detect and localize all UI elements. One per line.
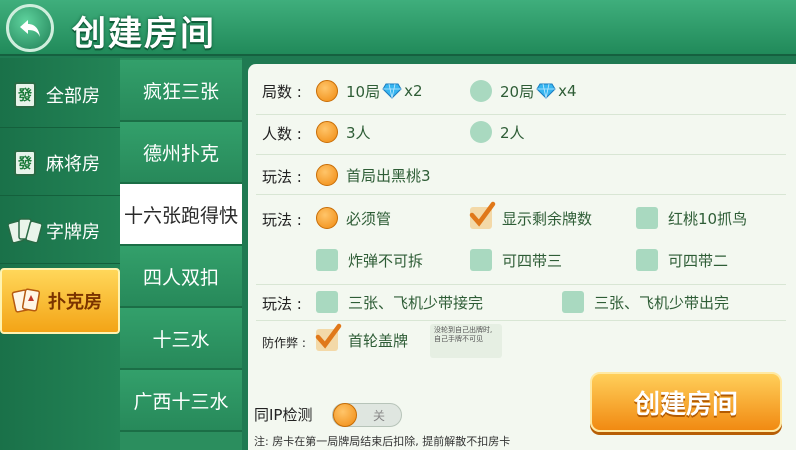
game-item-selected[interactable]: 十六张跑得快 [120,184,242,246]
checkbox-empty-icon [316,249,338,271]
first-spade3-option[interactable]: 首局出黑桃3 [316,164,431,186]
three-plane-catch-checkbox[interactable]: 三张、飞机少带接完 [316,291,483,313]
players-2-option[interactable]: 2人 [470,121,525,143]
category-mahjong-rooms[interactable]: 發 麻将房 [0,130,120,196]
checkbox-empty-icon [636,249,658,271]
show-remaining-checkbox[interactable]: 显示剩余牌数 [469,201,592,229]
checkbox-checked-icon [315,323,342,351]
players-3-option[interactable]: 3人 [316,121,371,143]
category-label: 麻将房 [46,153,100,175]
game-item[interactable]: 广西十三水 [120,370,242,432]
ip-check-toggle[interactable]: 关 [332,403,402,427]
must-beat-option[interactable]: 必须管 [316,207,391,229]
checkbox-empty-icon [636,207,658,229]
mahjong-tile-icon: 發 [8,148,42,178]
three-plane-finish-checkbox[interactable]: 三张、飞机少带出完 [562,291,729,313]
four-with-two-checkbox[interactable]: 可四带二 [636,249,728,271]
first-round-cover-checkbox[interactable]: 首轮盖牌 [315,323,408,351]
players-label: 人数 : [262,125,302,143]
poker-cards-icon [10,286,44,316]
word-cards-icon [8,216,42,246]
category-label: 扑克房 [48,292,102,313]
play-label: 玩法 : [262,295,302,313]
create-room-button[interactable]: 创建房间 [590,372,782,432]
category-poker-rooms[interactable]: 扑克房 [0,268,120,334]
heart10-bird-checkbox[interactable]: 红桃10抓鸟 [636,207,747,229]
radio-unselected-icon [470,80,492,102]
back-arrow-icon [20,20,40,37]
back-button[interactable] [6,4,54,52]
header-bar: 创建房间 [0,0,796,56]
rounds-20-option[interactable]: 20局 x4 [470,80,577,102]
checkbox-empty-icon [316,291,338,313]
radio-selected-icon [316,121,338,143]
bomb-unsplittable-checkbox[interactable]: 炸弹不可拆 [316,249,423,271]
divider [256,114,786,115]
game-item[interactable]: 十三水 [120,308,242,370]
play-label: 玩法 : [262,168,302,186]
toggle-state: 关 [373,409,386,423]
radio-selected-icon [316,164,338,186]
diamond-icon [536,83,556,99]
diamond-icon [382,83,402,99]
divider [256,154,786,155]
four-with-three-checkbox[interactable]: 可四带三 [470,249,562,271]
game-list: 疯狂三张 德州扑克 十六张跑得快 四人双扣 十三水 广西十三水 [120,58,242,450]
page-title: 创建房间 [72,14,216,54]
anti-cheat-label: 防作弊 : [262,336,306,350]
rounds-label: 局数 : [262,83,302,101]
mahjong-tile-icon: 發 [8,80,42,110]
divider [256,320,786,321]
category-sidebar: 發 全部房 發 麻将房 字牌房 扑克房 [0,58,120,450]
radio-selected-icon [316,80,338,102]
game-item[interactable]: 疯狂三张 [120,60,242,122]
play-label: 玩法 : [262,211,302,229]
game-item[interactable]: 四人双扣 [120,246,242,308]
checkbox-empty-icon [470,249,492,271]
category-label: 全部房 [46,85,100,107]
divider [256,194,786,195]
game-item[interactable]: 德州扑克 [120,122,242,184]
category-all-rooms[interactable]: 發 全部房 [0,62,120,128]
ip-check-label: 同IP检测 [254,406,313,424]
rounds-10-option[interactable]: 10局 x2 [316,80,423,102]
radio-unselected-icon [470,121,492,143]
room-card-note: 注: 房卡在第一局牌局结束后扣除, 提前解散不扣房卡 [254,435,511,448]
toggle-knob [333,403,357,427]
category-word-card-rooms[interactable]: 字牌房 [0,198,120,264]
checkbox-empty-icon [562,291,584,313]
category-label: 字牌房 [46,221,100,243]
divider [256,284,786,285]
radio-selected-icon [316,207,338,229]
anti-cheat-tip: 没轮到自己出牌时, 自己手牌不可见 [430,324,502,358]
checkbox-checked-icon [469,201,496,229]
